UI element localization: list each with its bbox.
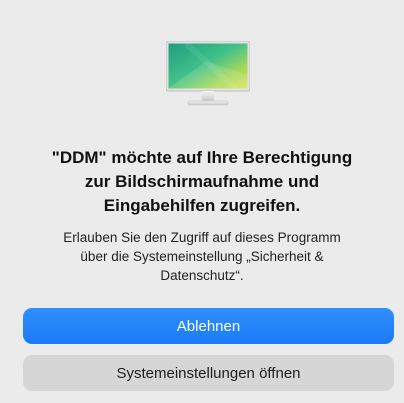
open-system-preferences-button[interactable]: Systemeinstellungen öffnen: [23, 355, 394, 391]
monitor-icon: [165, 40, 251, 107]
permission-dialog: "DDM" möchte auf Ihre Berechtigung zur B…: [0, 0, 404, 403]
deny-button[interactable]: Ablehnen: [23, 308, 394, 344]
dialog-message: Erlauben Sie den Zugriff auf dieses Prog…: [63, 230, 341, 283]
dialog-title: "DDM" möchte auf Ihre Berechtigung zur B…: [51, 148, 353, 215]
